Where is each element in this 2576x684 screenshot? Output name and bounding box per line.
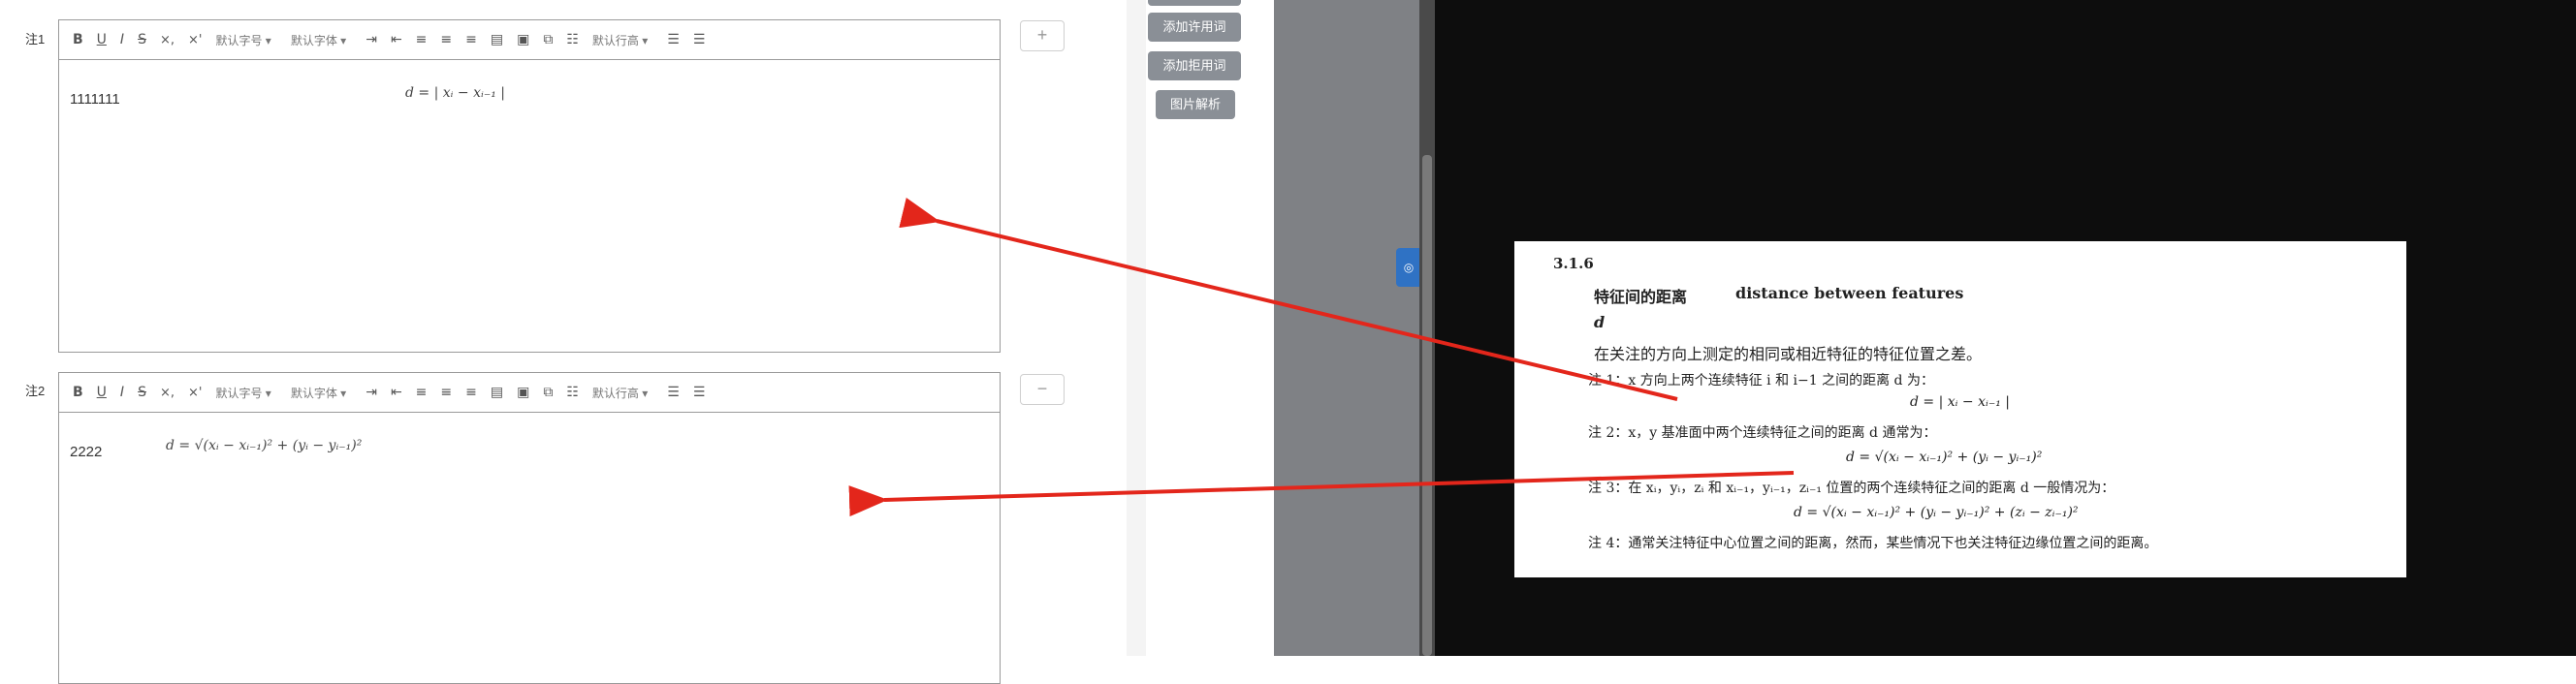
term-zh: 特征间的距离 <box>1594 288 1688 306</box>
font-family-dropdown[interactable]: 默认字体 ▾ <box>291 385 346 401</box>
line-height-dropdown[interactable]: 默认行高 ▾ <box>592 385 648 401</box>
image-parse-button[interactable]: 图片解析 <box>1156 90 1235 119</box>
overlay-panel <box>1274 0 1419 656</box>
note-text: 2222 <box>70 444 103 460</box>
italic-button[interactable]: I <box>120 385 124 400</box>
bold-button[interactable]: B <box>73 385 83 400</box>
definition: 在关注的方向上测定的相同或相近特征的特征位置之差。 <box>1594 345 1983 363</box>
divider-icon[interactable]: ☷ <box>566 385 579 400</box>
link-icon[interactable]: ⧉ <box>543 385 553 400</box>
ordered-list-icon[interactable]: ☰ <box>693 32 706 47</box>
subscript-button[interactable]: ×, <box>160 33 175 47</box>
note3-formula: d = √(xᵢ − xᵢ₋₁)² + (yᵢ − yᵢ₋₁)² + (zᵢ −… <box>1794 505 2079 520</box>
link-icon[interactable]: ⧉ <box>543 32 553 47</box>
font-size-dropdown[interactable]: 默认字号 ▾ <box>215 32 270 48</box>
align-left-icon[interactable]: ≡ <box>416 385 428 400</box>
indent-icon[interactable]: ⇥ <box>366 385 377 400</box>
rich-editor-1[interactable]: B U I S ×, ×' 默认字号 ▾ 默认字体 ▾ ⇥ ⇤ ≡ ≡ ≡ ▤ … <box>58 19 1001 353</box>
justify-icon[interactable]: ▤ <box>491 32 503 47</box>
note-label-2: 注2 <box>25 384 46 398</box>
subscript-button[interactable]: ×, <box>160 386 175 400</box>
font-size-dropdown[interactable]: 默认字号 ▾ <box>215 385 270 401</box>
document-image: 3.1.6 特征间的距离 distance between features d… <box>1514 241 2406 577</box>
italic-button[interactable]: I <box>120 32 124 47</box>
note2-formula: d = √(xᵢ − xᵢ₋₁)² + (yᵢ − yᵢ₋₁)² <box>1846 450 2043 465</box>
editor-pane: 注1 B U I S ×, ×' 默认字号 ▾ 默认字体 ▾ ⇥ ⇤ ≡ ≡ ≡… <box>0 0 1127 684</box>
side-tab-icon[interactable]: ◎ <box>1396 248 1421 287</box>
bold-button[interactable]: B <box>73 32 83 47</box>
remove-note-button[interactable]: − <box>1020 374 1065 405</box>
note2-text: 注 2：x，y 基准面中两个连续特征之间的距离 d 通常为： <box>1588 425 1937 441</box>
align-center-icon[interactable]: ≡ <box>440 385 452 400</box>
top-partial-button[interactable] <box>1148 0 1241 6</box>
term-symbol: d <box>1594 313 1606 331</box>
note4-text: 注 4：通常关注特征中心位置之间的距离，然而，某些情况下也关注特征边缘位置之间的… <box>1588 536 2158 551</box>
indent-icon[interactable]: ⇥ <box>366 32 377 47</box>
bullet-list-icon[interactable]: ☰ <box>667 385 680 400</box>
image-icon[interactable]: ▣ <box>517 32 529 47</box>
strike-button[interactable]: S <box>138 32 146 47</box>
align-right-icon[interactable]: ≡ <box>465 385 477 400</box>
term-en: distance between features <box>1735 284 1964 302</box>
bullet-list-icon[interactable]: ☰ <box>667 32 680 47</box>
align-center-icon[interactable]: ≡ <box>440 32 452 47</box>
note1-formula: d = | xᵢ − xᵢ₋₁ | <box>1910 394 2010 410</box>
editor-toolbar: B U I S ×, ×' 默认字号 ▾ 默认字体 ▾ ⇥ ⇤ ≡ ≡ ≡ ▤ … <box>59 373 1000 413</box>
add-note-button[interactable]: + <box>1020 20 1065 51</box>
align-right-icon[interactable]: ≡ <box>465 32 477 47</box>
line-height-dropdown[interactable]: 默认行高 ▾ <box>592 32 648 48</box>
font-family-dropdown[interactable]: 默认字体 ▾ <box>291 32 346 48</box>
note-label-1: 注1 <box>25 32 46 47</box>
outdent-icon[interactable]: ⇤ <box>391 385 402 400</box>
note3-text: 注 3：在 xᵢ，yᵢ，zᵢ 和 xᵢ₋₁，yᵢ₋₁，zᵢ₋₁ 位置的两个连续特… <box>1588 481 2115 496</box>
underline-button[interactable]: U <box>97 32 107 47</box>
ordered-list-icon[interactable]: ☰ <box>693 385 706 400</box>
underline-button[interactable]: U <box>97 385 107 400</box>
note-formula: d = | xᵢ − xᵢ₋₁ | <box>405 85 505 101</box>
pane-divider <box>1127 0 1146 656</box>
outdent-icon[interactable]: ⇤ <box>391 32 402 47</box>
note-text: 1111111 <box>70 91 120 108</box>
rich-editor-2[interactable]: B U I S ×, ×' 默认字号 ▾ 默认字体 ▾ ⇥ ⇤ ≡ ≡ ≡ ▤ … <box>58 372 1001 684</box>
note1-text: 注 1：x 方向上两个连续特征 i 和 i−1 之间的距离 d 为： <box>1588 373 1934 389</box>
action-column: 添加许用词 添加拒用词 图片解析 <box>1146 0 1274 656</box>
justify-icon[interactable]: ▤ <box>491 385 503 400</box>
divider-icon[interactable]: ☷ <box>566 32 579 47</box>
image-icon[interactable]: ▣ <box>517 385 529 400</box>
superscript-button[interactable]: ×' <box>188 33 202 47</box>
scrollbar-thumb[interactable] <box>1422 155 1432 656</box>
add-rejected-word-button[interactable]: 添加拒用词 <box>1148 51 1241 80</box>
editor-toolbar: B U I S ×, ×' 默认字号 ▾ 默认字体 ▾ ⇥ ⇤ ≡ ≡ ≡ ▤ … <box>59 20 1000 60</box>
superscript-button[interactable]: ×' <box>188 386 202 400</box>
strike-button[interactable]: S <box>138 385 146 400</box>
note-formula: d = √(xᵢ − xᵢ₋₁)² + (yᵢ − yᵢ₋₁)² <box>166 438 363 453</box>
add-allowed-word-button[interactable]: 添加许用词 <box>1148 13 1241 42</box>
align-left-icon[interactable]: ≡ <box>416 32 428 47</box>
section-number: 3.1.6 <box>1553 255 1594 272</box>
